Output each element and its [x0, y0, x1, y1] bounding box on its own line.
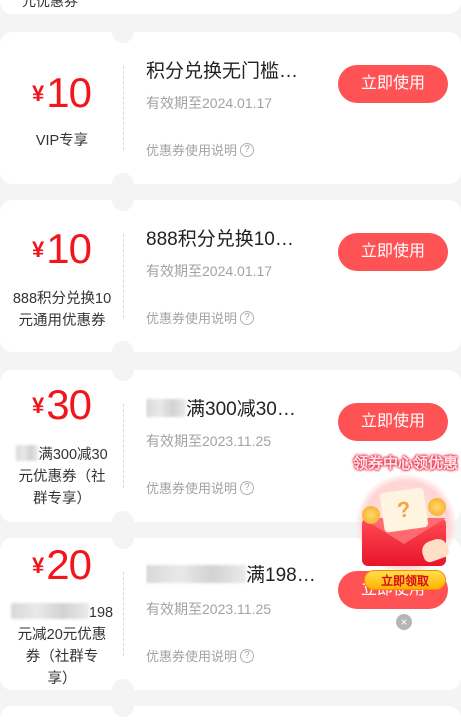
coupon-expiry: 有效期至2024.01.17 — [146, 95, 273, 111]
coupon-amount: ¥10 — [0, 228, 123, 270]
claim-now-button[interactable]: 立即领取 — [364, 570, 446, 590]
coupon-title: 满300减30… — [146, 394, 324, 421]
help-label: 优惠券使用说明 — [146, 311, 238, 326]
amount-value: 10 — [46, 69, 92, 116]
currency-symbol: ¥ — [32, 553, 45, 578]
card-notch — [112, 189, 134, 211]
use-now-button[interactable]: 立即使用 — [338, 65, 448, 103]
coin-icon — [428, 498, 446, 516]
question-icon: ? — [240, 142, 255, 157]
coupon-question-icon: ? — [379, 487, 429, 533]
coupon-title: 888积分兑换10… — [146, 229, 294, 250]
coupon-left-desc: VIP专享 — [35, 133, 89, 149]
previous-coupon-card-partial: 元优惠券 — [0, 0, 461, 14]
left-desc-line: 198 — [4, 602, 120, 624]
amount-value: 30 — [46, 381, 92, 428]
coupon-amount: ¥30 — [0, 384, 123, 426]
coupon-title-text: 满300减30… — [186, 399, 296, 420]
coupon-left-desc: 888积分兑换10 元通用优惠券 — [4, 288, 120, 332]
coupon-amount: ¥10 — [0, 72, 123, 114]
coupon-card: ¥10 888积分兑换10 元通用优惠券 888积分兑换10… 有效期至2024… — [0, 189, 461, 363]
left-desc-line: 群专享） — [33, 491, 91, 507]
amount-value: 10 — [46, 225, 92, 272]
coupon-help-link[interactable]: 优惠券使用说明 ? — [146, 478, 255, 497]
blurred-text — [10, 603, 89, 619]
currency-symbol: ¥ — [32, 237, 45, 262]
left-desc-line-text: 198 — [88, 605, 114, 621]
left-desc-line: 享） — [47, 671, 77, 687]
card-notch — [112, 21, 134, 43]
left-desc-line: 元减20元优惠 — [17, 627, 107, 643]
help-label: 优惠券使用说明 — [146, 649, 238, 664]
question-icon: ? — [240, 310, 255, 325]
coupon-title-text: 满198… — [246, 565, 316, 586]
coupon-amount: ¥20 — [0, 544, 123, 586]
promo-title: 领券中心领优惠 — [352, 455, 458, 472]
question-icon: ? — [240, 648, 255, 663]
card-notch — [112, 359, 134, 381]
coupon-title: 积分兑换无门槛… — [146, 61, 299, 82]
blurred-text — [146, 399, 186, 417]
left-desc-line: 888积分兑换10 — [12, 291, 112, 307]
left-desc-line: 元通用优惠券 — [18, 313, 106, 329]
left-desc-line: 券（社群专 — [25, 649, 99, 665]
coupon-expiry: 有效期至2023.11.25 — [146, 433, 272, 449]
coin-icon — [362, 506, 380, 524]
left-desc-line: 元优惠券（社 — [18, 469, 106, 485]
coupon-center-promo[interactable]: 领券中心领优惠 ? 立即领取 — [350, 448, 461, 598]
close-promo-button[interactable]: × — [396, 614, 412, 630]
card-notch — [112, 695, 134, 717]
coupon-title: 满198… — [146, 560, 324, 587]
dashed-divider — [123, 572, 124, 656]
dashed-divider — [123, 404, 124, 488]
left-desc-line: 满300减30 — [4, 444, 120, 466]
coupon-help-link[interactable]: 优惠券使用说明 ? — [146, 308, 255, 327]
use-now-button[interactable]: 立即使用 — [338, 403, 448, 441]
help-label: 优惠券使用说明 — [146, 481, 238, 496]
left-desc-line-text: 满300减30 — [38, 447, 108, 463]
dashed-divider — [123, 234, 124, 318]
coupon-left-desc: 满300减30 元优惠券（社 群专享） — [4, 444, 120, 510]
partial-coupon-text: 元优惠券 — [22, 0, 78, 9]
use-now-button[interactable]: 立即使用 — [338, 233, 448, 271]
currency-symbol: ¥ — [32, 393, 45, 418]
dashed-divider — [123, 66, 124, 150]
coupon-expiry: 有效期至2023.11.25 — [146, 601, 272, 617]
coupon-help-link[interactable]: 优惠券使用说明 ? — [146, 646, 255, 665]
question-icon: ? — [240, 480, 255, 495]
help-label: 优惠券使用说明 — [146, 143, 238, 158]
coupon-expiry: 有效期至2024.01.17 — [146, 263, 273, 279]
next-coupon-card-partial — [0, 695, 461, 722]
blurred-text — [16, 445, 39, 461]
coupon-card: ¥10 VIP专享 积分兑换无门槛… 有效期至2024.01.17 优惠券使用说… — [0, 21, 461, 195]
blurred-text — [146, 565, 246, 583]
coupon-left-desc: 198 元减20元优惠 券（社群专 享） — [4, 602, 120, 690]
currency-symbol: ¥ — [32, 81, 45, 106]
coupon-help-link[interactable]: 优惠券使用说明 ? — [146, 140, 255, 159]
amount-value: 20 — [46, 541, 92, 588]
